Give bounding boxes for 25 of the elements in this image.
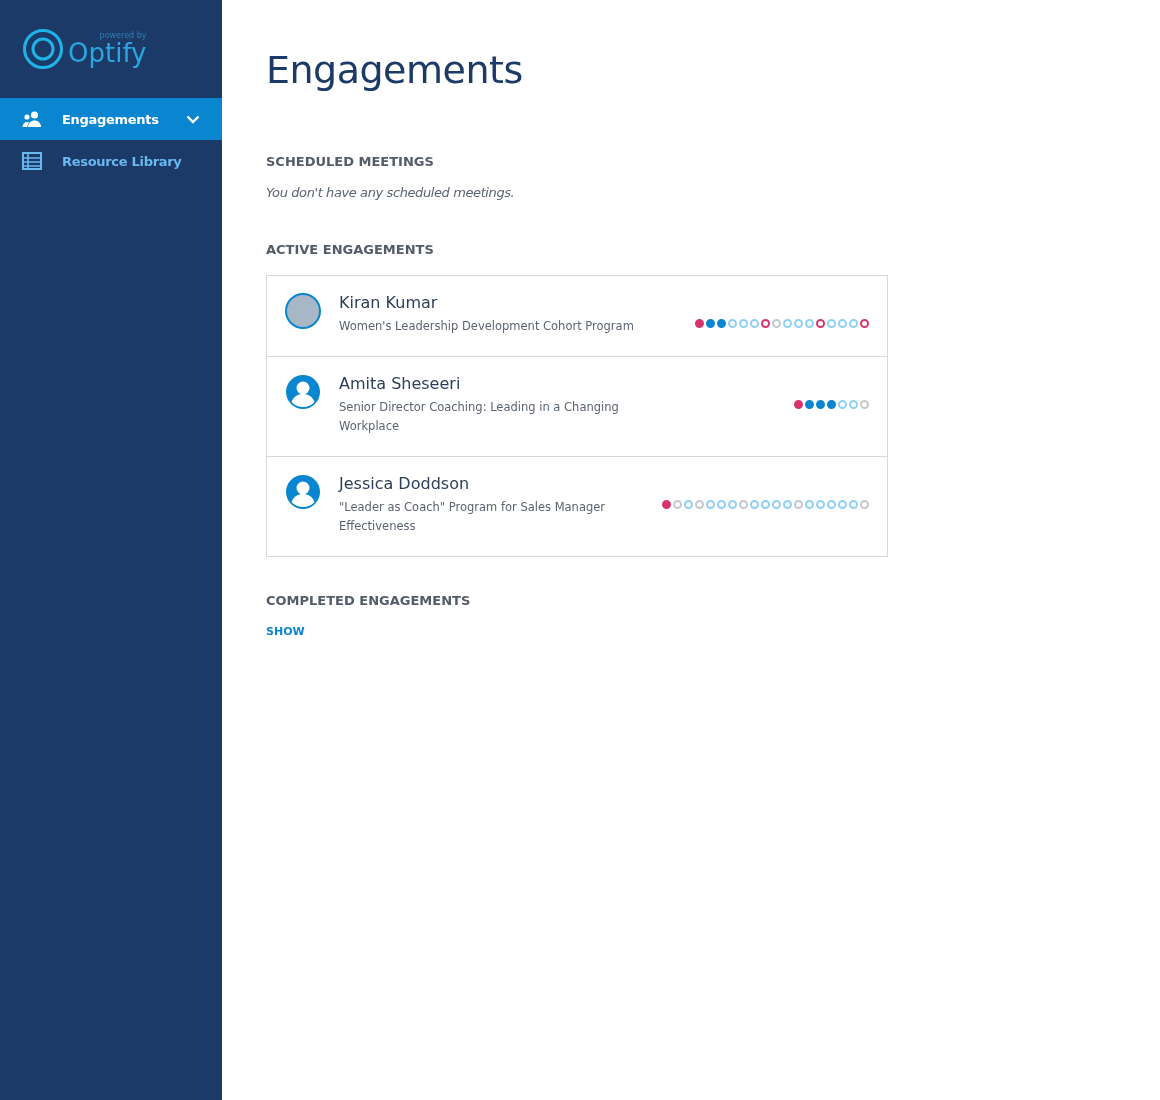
show-link[interactable]: SHOW [266,625,305,638]
engagement-row[interactable]: Jessica Doddson "Leader as Coach" Program for Sales Manager Effectiveness [267,456,887,556]
empty-state-text: You don't have any scheduled meetings. [266,185,516,200]
logo-rings-icon [22,28,64,70]
logo-tagline: powered by [99,32,147,40]
section-heading: ACTIVE ENGAGEMENTS [266,242,435,257]
client-name: Kiran Kumar [339,293,439,312]
program-name: Senior Director Coaching: Leading in a Changing Workplace [339,399,620,435]
client-name: Jessica Doddson [339,474,471,493]
avatar-photo-placeholder [285,293,321,329]
section-heading: COMPLETED ENGAGEMENTS [266,593,472,608]
page-title: Engagements [266,48,524,92]
program-name: "Leader as Coach" Program for Sales Manager Effectiveness [339,499,607,535]
people-icon [22,111,42,127]
logo-wordmark: Optify [68,40,147,66]
user-silhouette-icon [285,474,321,510]
section-heading: SCHEDULED MEETINGS [266,154,435,169]
engagement-row[interactable]: Amita Sheseeri Senior Director Coaching: Leading in a Changing Workplace [267,356,887,456]
program-name: Women's Leadership Development Cohort Program [339,318,635,335]
sidebar-item[interactable]: Engagements [0,98,222,140]
user-silhouette-icon [285,374,321,410]
table-list-icon [22,152,42,170]
sidebar-item[interactable]: Resource Library [0,140,222,182]
client-name: Amita Sheseeri [339,374,462,393]
engagement-row[interactable]: Kiran Kumar Women's Leadership Development Cohort Program [267,276,887,356]
